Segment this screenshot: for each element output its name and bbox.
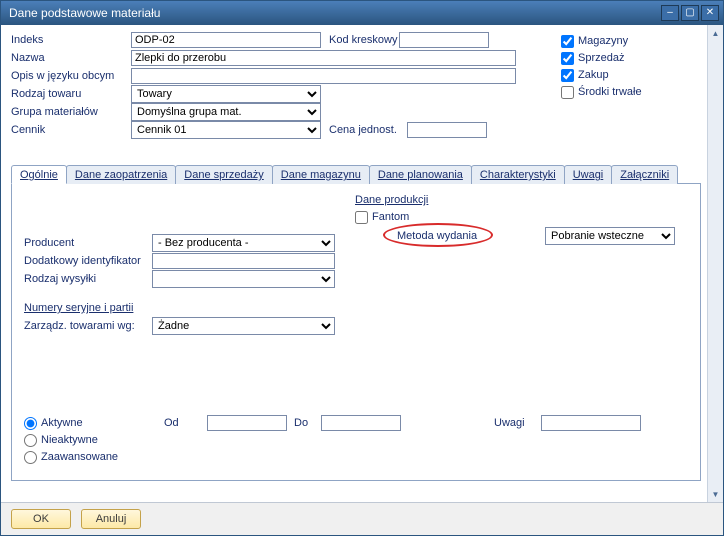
rodzaj-wysylki-select[interactable] [152,270,335,288]
tab-uwagi[interactable]: Uwagi [564,165,613,184]
grupa-materialow-label: Grupa materiałów [11,106,131,118]
ok-button[interactable]: OK [11,509,71,529]
dane-produkcji-title: Dane produkcji [355,194,688,206]
metoda-wydania-label: Metoda wydania [355,230,495,242]
aktywne-radio[interactable] [24,417,37,430]
cennik-select[interactable]: Cennik 01 [131,121,321,139]
scroll-down-icon[interactable]: ▼ [708,486,723,502]
od-input[interactable] [207,415,287,431]
kod-kreskowy-label: Kod kreskowy [329,34,399,46]
footer-bar: OK Anuluj [1,502,723,535]
dodatkowy-identyfikator-input[interactable] [152,253,335,269]
nieaktywne-radio[interactable] [24,434,37,447]
window-frame: Dane podstawowe materiału – ▢ ✕ Indeks K… [0,0,724,536]
tab-dane-magazynu[interactable]: Dane magazynu [272,165,370,184]
fantom-label: Fantom [372,211,409,223]
zakup-checkbox[interactable] [561,69,574,82]
cena-jednost-label: Cena jednost. [329,124,407,136]
indeks-label: Indeks [11,34,131,46]
cancel-button[interactable]: Anuluj [81,509,141,529]
kod-kreskowy-input[interactable] [399,32,489,48]
zarzadz-towarami-select[interactable]: Żadne [152,317,335,335]
producent-label: Producent [24,237,152,249]
rodzaj-towaru-select[interactable]: Towary [131,85,321,103]
nieaktywne-label: Nieaktywne [41,434,98,446]
opis-input[interactable] [131,68,516,84]
tab-panel-ogolnie: Producent - Bez producenta - Dodatkowy i… [11,183,701,481]
sprzedaz-checkbox[interactable] [561,52,574,65]
cennik-label: Cennik [11,124,131,136]
srodki-trwale-label: Środki trwałe [578,86,642,98]
nazwa-input[interactable] [131,50,516,66]
indeks-input[interactable] [131,32,321,48]
aktywne-label: Aktywne [41,417,83,429]
minimize-button[interactable]: – [661,5,679,21]
zaawansowane-label: Zaawansowane [41,451,118,463]
zarzadz-towarami-label: Zarządz. towarami wg: [24,320,152,332]
zakup-label: Zakup [578,69,609,81]
content-area: Indeks Kod kreskowy Nazwa Opis w języku … [1,25,723,502]
tab-dane-planowania[interactable]: Dane planowania [369,165,472,184]
tab-ogolnie[interactable]: Ogólnie [11,165,67,184]
rodzaj-wysylki-label: Rodzaj wysyłki [24,273,152,285]
do-input[interactable] [321,415,401,431]
sprzedaz-label: Sprzedaż [578,52,624,64]
tab-zalaczniki[interactable]: Załączniki [611,165,678,184]
do-label: Do [294,417,318,429]
magazyny-checkbox[interactable] [561,35,574,48]
close-button[interactable]: ✕ [701,5,719,21]
cena-jednost-input[interactable] [407,122,487,138]
numery-seryjne-title: Numery seryjne i partii [24,302,339,314]
uwagi-label: Uwagi [494,417,538,429]
grupa-materialow-select[interactable]: Domyślna grupa mat. [131,103,321,121]
metoda-wydania-select[interactable]: Pobranie wsteczne [545,227,675,245]
tab-strip: Ogólnie Dane zaopatrzenia Dane sprzedaży… [11,165,701,184]
tab-dane-sprzedazy[interactable]: Dane sprzedaży [175,165,273,184]
zaawansowane-radio[interactable] [24,451,37,464]
od-label: Od [164,417,204,429]
titlebar: Dane podstawowe materiału – ▢ ✕ [1,1,723,25]
fantom-checkbox[interactable] [355,211,368,224]
uwagi-input[interactable] [541,415,641,431]
dodatkowy-identyfikator-label: Dodatkowy identyfikator [24,255,152,267]
srodki-trwale-checkbox[interactable] [561,86,574,99]
opis-label: Opis w języku obcym [11,70,131,82]
window-title: Dane podstawowe materiału [9,6,661,20]
maximize-button[interactable]: ▢ [681,5,699,21]
tab-dane-zaopatrzenia[interactable]: Dane zaopatrzenia [66,165,176,184]
rodzaj-towaru-label: Rodzaj towaru [11,88,131,100]
vertical-scrollbar[interactable]: ▲ ▼ [707,25,723,502]
tab-charakterystyki[interactable]: Charakterystyki [471,165,565,184]
magazyny-label: Magazyny [578,35,628,47]
scroll-up-icon[interactable]: ▲ [708,25,723,41]
producent-select[interactable]: - Bez producenta - [152,234,335,252]
nazwa-label: Nazwa [11,52,131,64]
